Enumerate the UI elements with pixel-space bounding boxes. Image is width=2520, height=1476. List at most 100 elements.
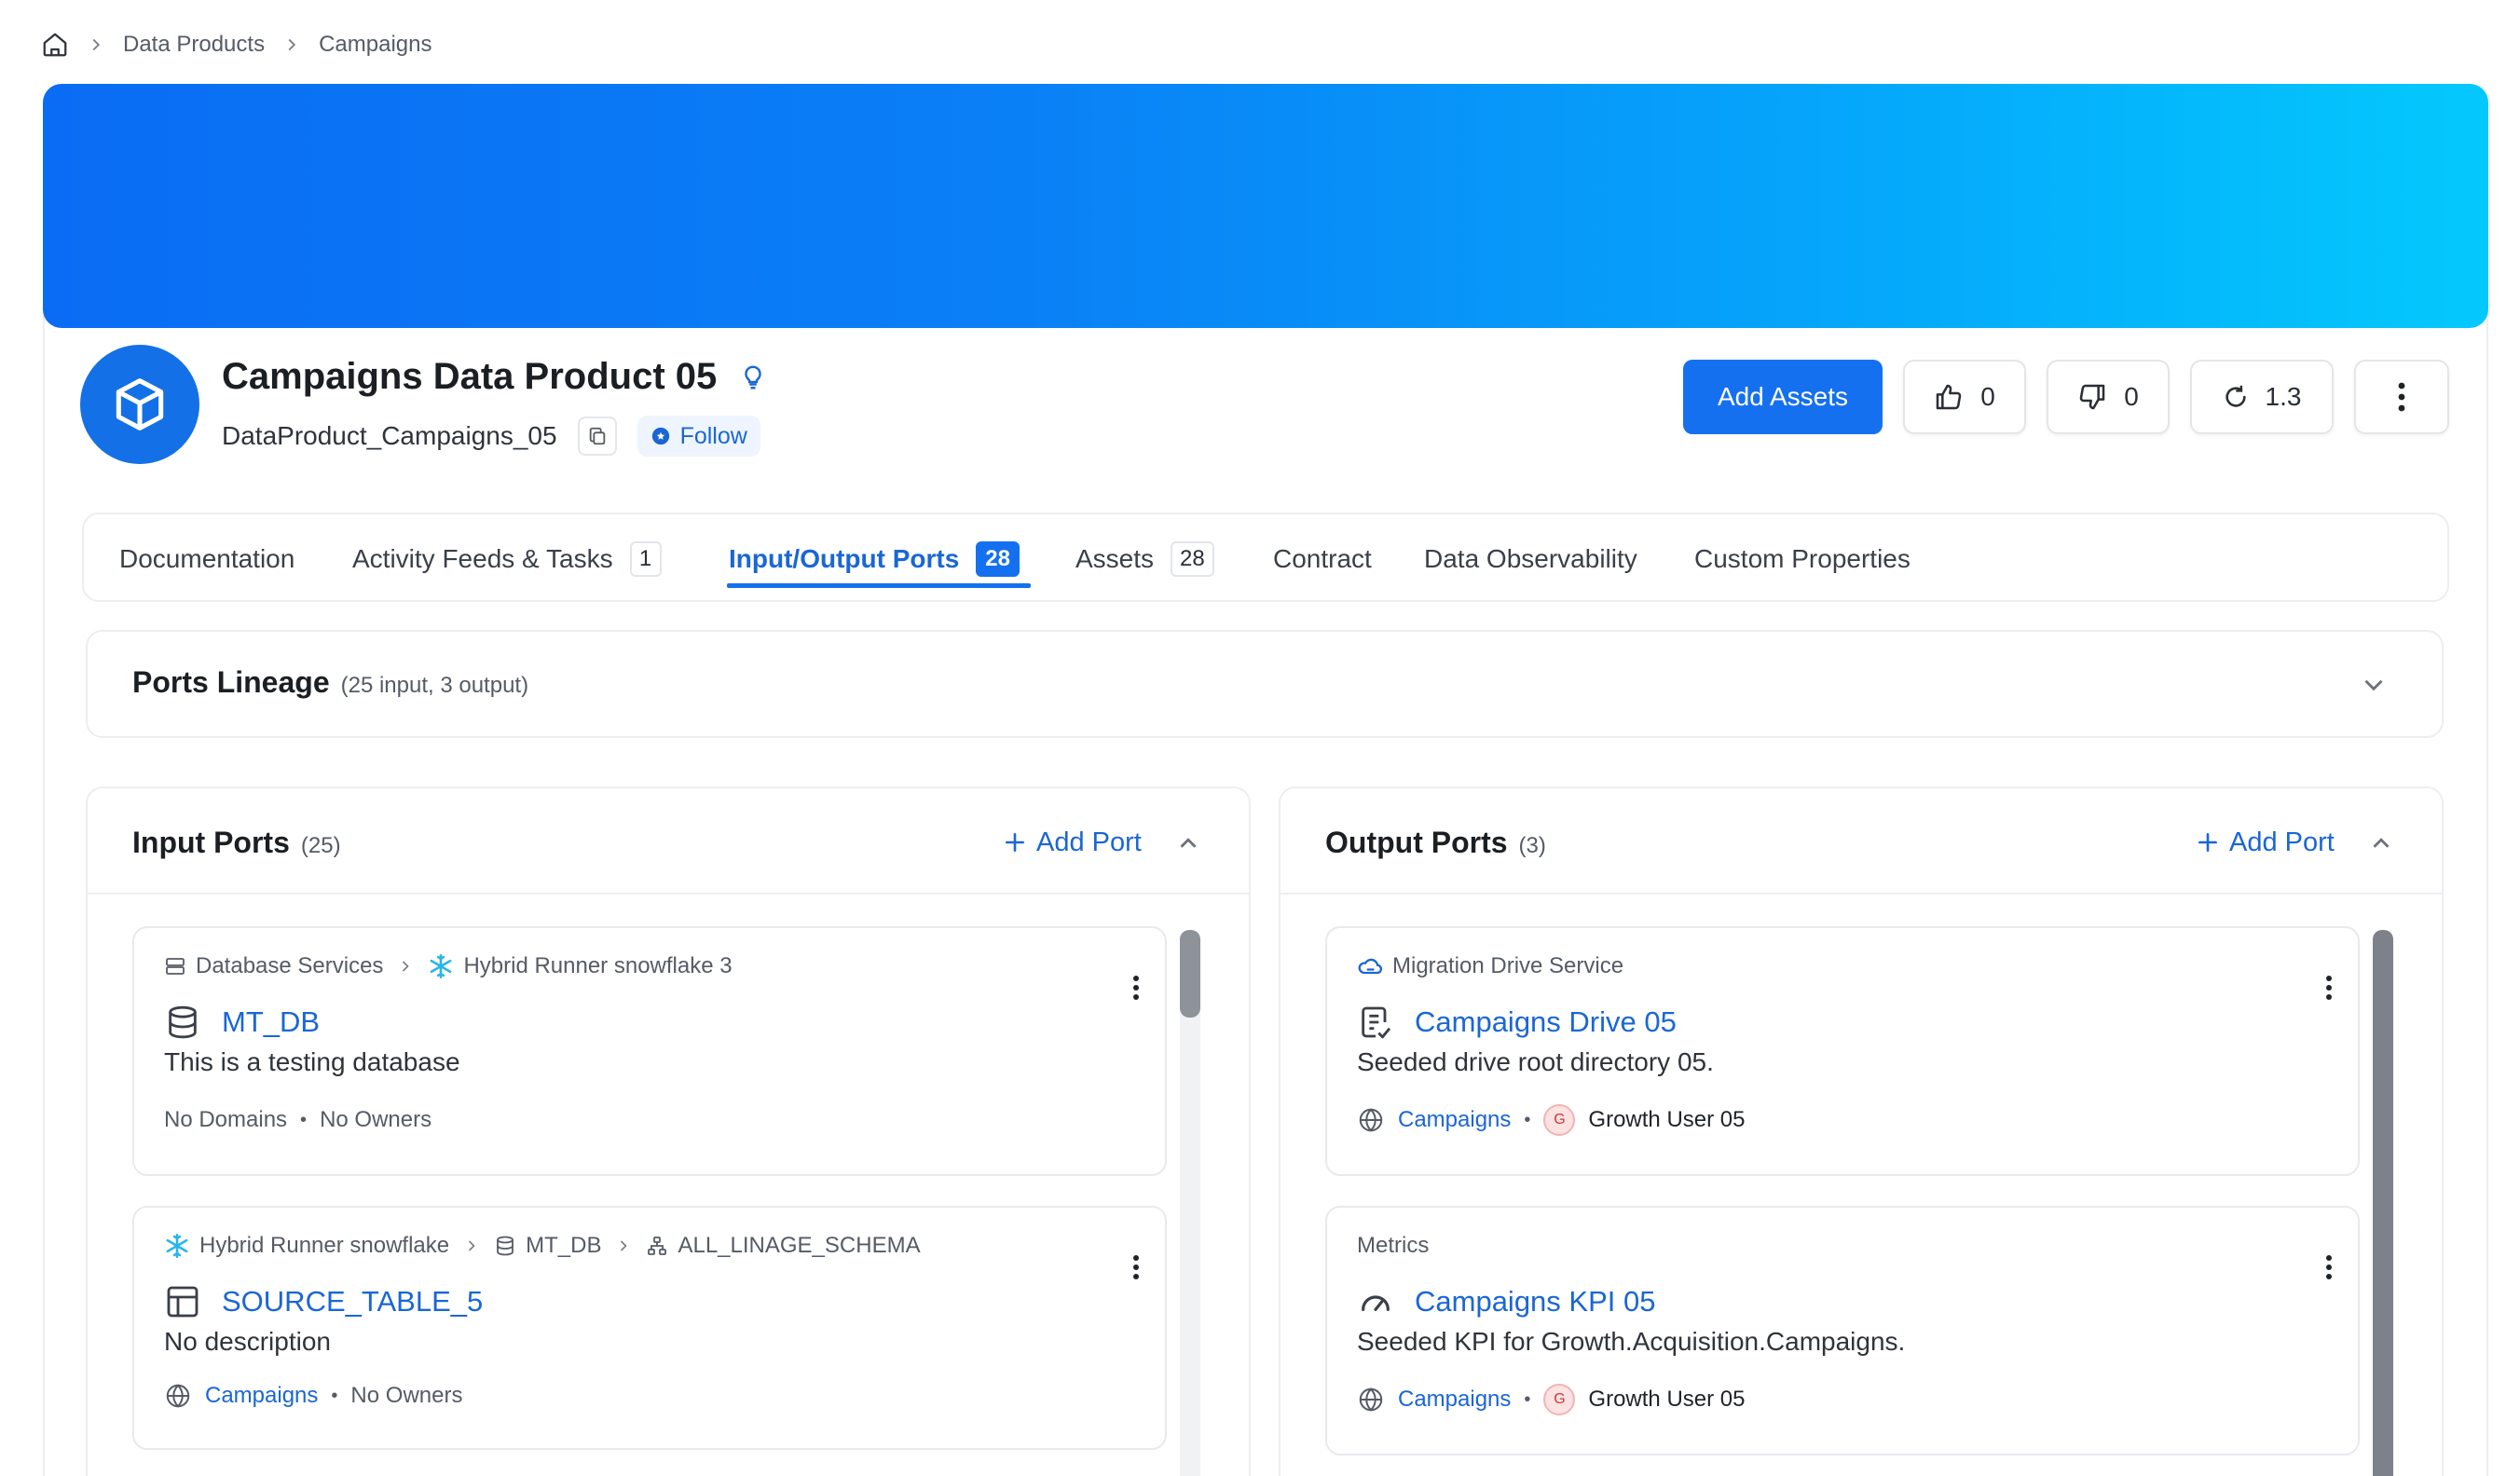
- tab-count-badge: 1: [629, 541, 662, 577]
- asset-name-link[interactable]: Campaigns Drive 05: [1357, 1001, 1677, 1044]
- domain-link[interactable]: Campaigns: [1398, 1107, 1511, 1133]
- tab-label: Data Observability: [1424, 544, 1637, 573]
- input-port-card[interactable]: Hybrid Runner snowflake MT_DB ALL_LINAGE…: [132, 1206, 1167, 1450]
- kebab-menu-icon: [2398, 382, 2405, 412]
- add-input-port-button[interactable]: Add Port: [1003, 822, 1142, 863]
- downvote-button[interactable]: 0: [2047, 360, 2170, 434]
- separator-dot: •: [1524, 1109, 1531, 1130]
- kebab-menu-icon: [1133, 976, 1139, 1000]
- asset-breadcrumb: Hybrid Runner snowflake MT_DB ALL_LINAGE…: [164, 1230, 921, 1262]
- card-more-button[interactable]: [2315, 969, 2343, 1006]
- chevron-right-icon: [621, 1240, 628, 1251]
- card-more-button[interactable]: [1122, 969, 1150, 1006]
- chevron-up-icon[interactable]: [2367, 829, 2395, 857]
- scrollbar-thumb[interactable]: [1180, 930, 1200, 1018]
- more-actions-button[interactable]: [2354, 360, 2449, 434]
- asset-meta: Campaigns • G Growth User 05: [1357, 1381, 1745, 1418]
- crumb-service[interactable]: Hybrid Runner snowflake 3: [463, 953, 732, 979]
- lightbulb-icon[interactable]: [739, 363, 767, 391]
- breadcrumb-item-campaigns[interactable]: Campaigns: [319, 32, 431, 58]
- tab-documentation[interactable]: Documentation: [119, 514, 294, 604]
- cloud-drive-icon: [1358, 958, 1383, 975]
- follow-button[interactable]: Follow: [637, 416, 760, 457]
- asset-owner: No Owners: [320, 1107, 432, 1132]
- chevron-down-icon[interactable]: [2358, 669, 2390, 701]
- ports-lineage-section[interactable]: Ports Lineage (25 input, 3 output): [86, 630, 2444, 738]
- crumb-database[interactable]: MT_DB: [526, 1233, 601, 1259]
- data-product-name: Campaigns Data Product 05: [222, 356, 718, 397]
- tab-activity-feeds[interactable]: Activity Feeds & Tasks 1: [352, 514, 662, 604]
- input-port-card[interactable]: Database Services Hybrid Runner snowflak…: [132, 926, 1167, 1176]
- chevron-right-icon: [469, 1240, 475, 1251]
- output-ports-count: (3): [1518, 833, 1546, 858]
- input-ports-title: Input Ports (25): [132, 826, 341, 860]
- output-ports-title: Output Ports (3): [1325, 826, 1546, 860]
- breadcrumb-item-data-products[interactable]: Data Products: [123, 32, 265, 58]
- input-ports-scrollbar[interactable]: [1180, 930, 1200, 1476]
- domain-link[interactable]: Campaigns: [205, 1383, 318, 1409]
- plus-icon: [2198, 833, 2217, 852]
- owner-link[interactable]: Growth User 05: [1588, 1107, 1745, 1133]
- tab-label: Contract: [1273, 544, 1372, 573]
- output-port-card[interactable]: Migration Drive Service Campaigns Drive …: [1325, 926, 2360, 1176]
- input-ports-header: Input Ports (25) Add Port: [88, 788, 1249, 895]
- crumb-service[interactable]: Hybrid Runner snowflake: [199, 1233, 449, 1259]
- tab-data-observability[interactable]: Data Observability: [1424, 514, 1637, 604]
- asset-meta: Campaigns • No Owners: [164, 1377, 462, 1414]
- card-more-button[interactable]: [1122, 1249, 1150, 1286]
- tab-input-output-ports[interactable]: Input/Output Ports 28: [729, 514, 1020, 604]
- asset-meta: No Domains • No Owners: [164, 1101, 431, 1139]
- scrollbar-thumb[interactable]: [2373, 930, 2393, 1476]
- version-history-icon: [2225, 385, 2246, 407]
- separator-dot: •: [331, 1385, 338, 1406]
- globe-icon: [1359, 1387, 1383, 1412]
- tab-custom-properties[interactable]: Custom Properties: [1694, 514, 1911, 604]
- breadcrumb: Data Products Campaigns: [41, 26, 431, 63]
- tab-count-badge: 28: [1171, 541, 1214, 577]
- version-button[interactable]: 1.3: [2190, 360, 2334, 434]
- ports-lineage-title: Ports Lineage (25 input, 3 output): [132, 665, 528, 700]
- lineage-summary: (25 input, 3 output): [340, 673, 529, 698]
- output-ports-scrollbar[interactable]: [2373, 930, 2393, 1476]
- asset-name-link[interactable]: SOURCE_TABLE_5: [164, 1280, 483, 1323]
- cube-icon: [116, 378, 164, 430]
- add-assets-button[interactable]: Add Assets: [1683, 360, 1883, 434]
- asset-domain: No Domains: [164, 1107, 288, 1132]
- crumb-schema[interactable]: ALL_LINAGE_SCHEMA: [678, 1233, 920, 1259]
- tab-assets[interactable]: Assets 28: [1075, 514, 1214, 604]
- domain-link[interactable]: Campaigns: [1398, 1387, 1511, 1413]
- card-more-button[interactable]: [2315, 1249, 2343, 1286]
- database-services-icon: [166, 958, 185, 975]
- page-title: Campaigns Data Product 05: [222, 356, 767, 398]
- asset-name-link[interactable]: MT_DB: [164, 1001, 320, 1044]
- upvote-count: 0: [1980, 382, 1995, 411]
- crumb-service-type[interactable]: Database Services: [196, 953, 383, 979]
- downvote-count: 0: [2124, 382, 2139, 411]
- data-product-avatar: [80, 345, 199, 464]
- cover-banner: [43, 84, 2488, 328]
- crumb-service[interactable]: Migration Drive Service: [1392, 953, 1623, 979]
- crumb-service[interactable]: Metrics: [1357, 1233, 1429, 1259]
- snowflake-icon: [166, 1234, 188, 1258]
- kebab-menu-icon: [1133, 1255, 1139, 1279]
- gauge-icon: [1362, 1295, 1390, 1311]
- section-title: Ports Lineage: [132, 665, 330, 699]
- output-port-card[interactable]: Metrics Campaigns KPI 05 Seeded KPI for …: [1325, 1206, 2360, 1456]
- input-ports-panel: Input Ports (25) Add Port Database Servi…: [86, 786, 1251, 1476]
- add-output-port-button[interactable]: Add Port: [2196, 822, 2335, 863]
- chevron-up-icon[interactable]: [1174, 829, 1202, 857]
- input-ports-count: (25): [300, 833, 341, 858]
- tab-contract[interactable]: Contract: [1273, 514, 1372, 604]
- fqn-row: DataProduct_Campaigns_05 Follow: [222, 416, 760, 457]
- owner-avatar: G: [1543, 1104, 1576, 1136]
- owner-link[interactable]: Growth User 05: [1588, 1387, 1745, 1413]
- upvote-button[interactable]: 0: [1903, 360, 2026, 434]
- asset-description: This is a testing database: [164, 1047, 460, 1076]
- asset-name-link[interactable]: Campaigns KPI 05: [1357, 1280, 1655, 1323]
- asset-description: Seeded drive root directory 05.: [1357, 1047, 1714, 1076]
- home-icon[interactable]: [41, 31, 69, 59]
- copy-button[interactable]: [577, 417, 617, 456]
- active-tab-indicator: [727, 583, 1031, 588]
- drive-directory-icon: [1362, 1006, 1391, 1039]
- kebab-menu-icon: [2326, 976, 2332, 1000]
